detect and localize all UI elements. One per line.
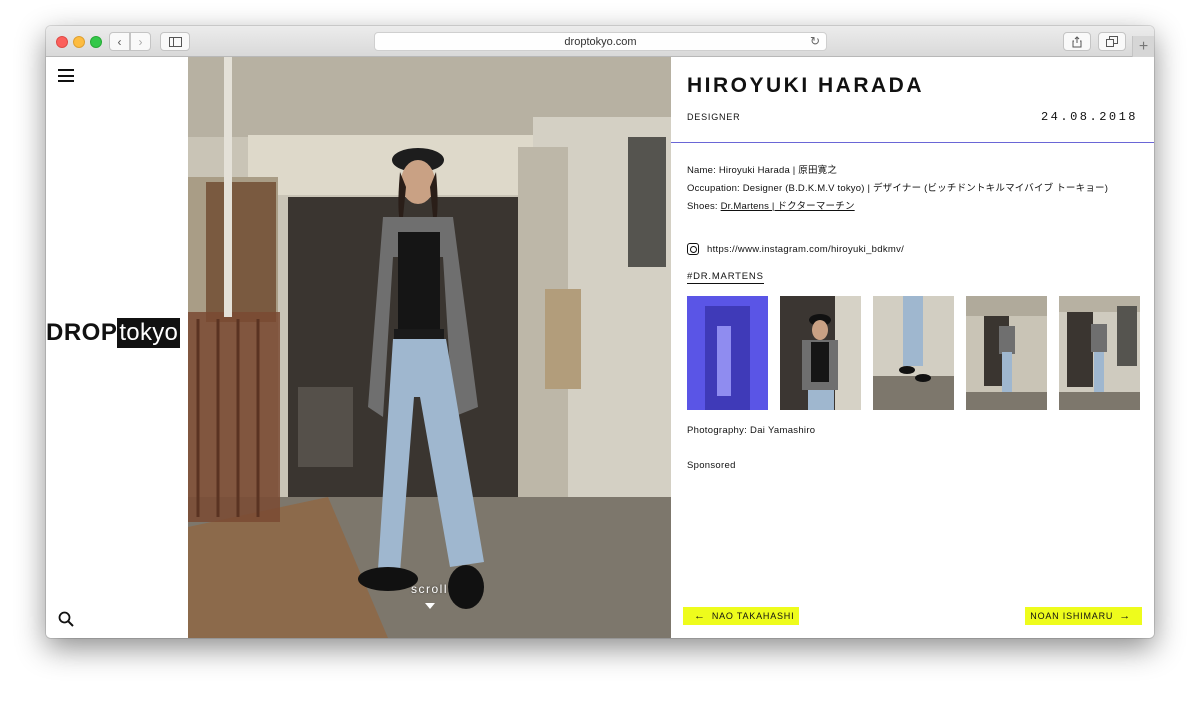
back-button[interactable]: ‹ xyxy=(109,32,130,51)
name-line: Name: Hiroyuki Harada | 原田寛之 xyxy=(687,165,838,176)
site-logo[interactable]: DROP tokyo xyxy=(46,317,181,349)
hero-photo: scroll xyxy=(188,57,671,638)
forward-button[interactable]: › xyxy=(130,32,151,51)
reload-icon[interactable]: ↻ xyxy=(810,34,820,48)
shoes-link[interactable]: Dr.Martens | ドクターマーチン xyxy=(721,201,855,212)
shoes-prefix: Shoes: xyxy=(687,201,721,212)
thumbnail-image xyxy=(780,296,861,410)
scroll-down-icon[interactable] xyxy=(425,603,435,609)
maximize-window-button[interactable] xyxy=(90,36,102,48)
sponsored-label: Sponsored xyxy=(687,460,736,471)
thumbnail-1[interactable] xyxy=(687,296,768,410)
logo-drop-text: DROP xyxy=(46,319,118,346)
header-divider xyxy=(671,142,1154,143)
thumbnail-strip xyxy=(687,296,1140,410)
tab-overview-button[interactable] xyxy=(1098,32,1126,51)
previous-article-link[interactable]: ← NAO TAKAHASHI xyxy=(683,607,800,625)
close-window-button[interactable] xyxy=(56,36,68,48)
tag-link[interactable]: #DR.MARTENS xyxy=(687,271,764,284)
article-panel: HIROYUKI HARADA DESIGNER 24.08.2018 Name… xyxy=(671,57,1154,638)
share-icon xyxy=(1072,35,1082,47)
arrow-left-icon: ← xyxy=(694,610,706,622)
previous-article-label: NAO TAKAHASHI xyxy=(711,611,795,621)
arrow-right-icon: → xyxy=(1119,610,1131,622)
address-bar[interactable]: droptokyo.com ↻ xyxy=(374,32,827,51)
share-button[interactable] xyxy=(1063,32,1091,51)
url-text: droptokyo.com xyxy=(564,35,637,48)
shoes-line: Shoes: Dr.Martens | ドクターマーチン xyxy=(687,198,1142,216)
page-title: HIROYUKI HARADA xyxy=(687,74,924,97)
title-bar: ‹ › droptokyo.com ↻ + xyxy=(46,26,1154,57)
browser-window: ‹ › droptokyo.com ↻ + DROP tokyo scroll … xyxy=(46,26,1154,638)
logo-tokyo-text: tokyo xyxy=(117,318,181,348)
instagram-icon xyxy=(687,243,699,255)
minimize-window-button[interactable] xyxy=(73,36,85,48)
new-tab-button[interactable]: + xyxy=(1132,36,1154,57)
next-article-label: NOAN ISHIMARU xyxy=(1030,611,1114,621)
plus-icon: + xyxy=(1138,37,1149,55)
sidebar-icon xyxy=(168,36,182,47)
thumbnail-5[interactable] xyxy=(1059,296,1140,410)
photography-credit: Photography: Dai Yamashiro xyxy=(687,425,816,436)
chevron-left-icon: ‹ xyxy=(117,34,122,49)
thumbnail-3[interactable] xyxy=(873,296,954,410)
role-label: DESIGNER xyxy=(687,112,741,122)
next-article-link[interactable]: NOAN ISHIMARU → xyxy=(1025,607,1142,625)
thumbnail-image xyxy=(966,296,1047,410)
thumbnail-2[interactable] xyxy=(780,296,861,410)
chevron-right-icon: › xyxy=(138,34,143,49)
occupation-line: Occupation: Designer (B.D.K.M.V tokyo) |… xyxy=(687,183,1109,194)
left-nav: DROP tokyo xyxy=(46,57,188,638)
tabs-icon xyxy=(1106,36,1118,47)
thumbnail-4[interactable] xyxy=(966,296,1047,410)
hero-photo-image xyxy=(188,57,671,638)
profile-info: Name: Hiroyuki Harada | 原田寛之 Occupation:… xyxy=(687,162,1142,216)
scroll-hint[interactable]: scroll xyxy=(188,582,671,596)
publish-date: 24.08.2018 xyxy=(1040,110,1138,124)
instagram-row[interactable]: https://www.instagram.com/hiroyuki_bdkmv… xyxy=(687,243,904,255)
thumbnail-image xyxy=(1059,296,1140,410)
menu-icon[interactable] xyxy=(58,69,74,82)
thumbnail-image xyxy=(687,296,768,410)
sidebar-toggle-button[interactable] xyxy=(160,32,190,51)
thumbnail-image xyxy=(873,296,954,410)
search-icon[interactable] xyxy=(58,611,74,627)
instagram-link[interactable]: https://www.instagram.com/hiroyuki_bdkmv… xyxy=(707,244,904,255)
